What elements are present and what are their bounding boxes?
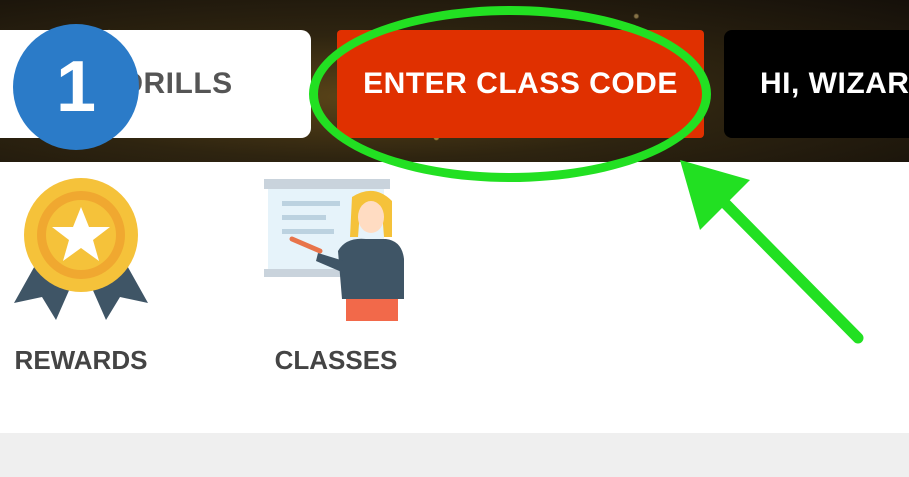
user-greeting-button[interactable]: HI, WIZAR xyxy=(724,30,909,138)
teacher-whiteboard-icon xyxy=(264,179,404,321)
menu-item-rewards[interactable]: REWARDS xyxy=(0,175,162,375)
menu-label-classes: CLASSES xyxy=(274,345,398,375)
menu-item-classes[interactable]: CLASSES xyxy=(246,175,426,375)
step-number: 1 xyxy=(55,47,97,127)
highlight-ellipse xyxy=(309,6,711,182)
rewards-medal-icon xyxy=(14,178,148,320)
pointer-arrow-icon xyxy=(680,160,864,344)
step-number-badge: 1 xyxy=(13,24,139,150)
user-greeting-label: HI, WIZAR xyxy=(760,67,909,100)
menu-label-rewards: REWARDS xyxy=(14,345,148,375)
footer-section xyxy=(0,433,909,477)
